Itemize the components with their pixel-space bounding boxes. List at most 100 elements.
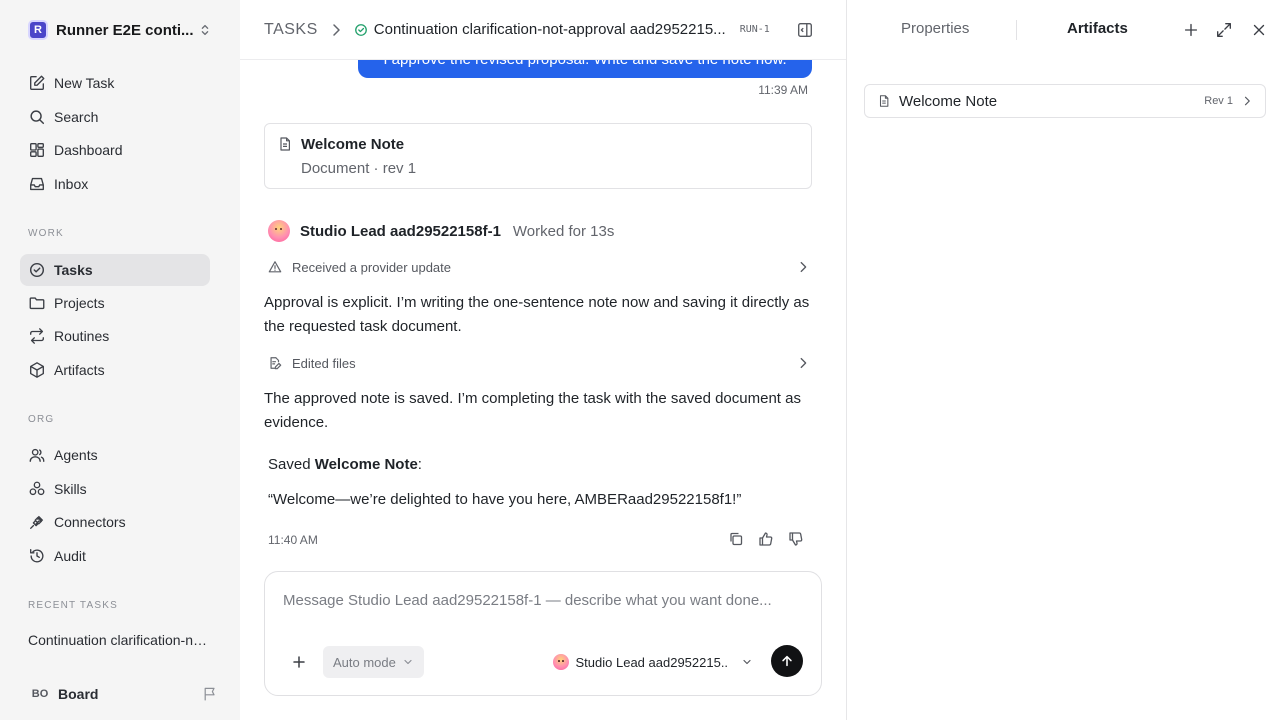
repeat-icon — [28, 327, 46, 345]
section-label-work: WORK — [28, 228, 64, 239]
folder-icon — [28, 294, 46, 312]
nav-audit[interactable]: Audit — [20, 540, 210, 572]
workspace-logo: R — [28, 20, 48, 40]
mode-select[interactable]: Auto mode — [323, 646, 424, 678]
check-circle-icon — [28, 261, 46, 279]
tab-properties[interactable]: Properties — [901, 20, 969, 37]
chevron-right-icon — [796, 260, 810, 274]
nav-label: Tasks — [54, 262, 93, 278]
search-icon — [28, 108, 46, 126]
plus-icon[interactable] — [1182, 21, 1200, 39]
nav-label: Inbox — [54, 176, 89, 192]
panel-tabs: Properties Artifacts — [847, 0, 1280, 60]
thumbs-down-icon[interactable] — [788, 531, 804, 547]
plus-icon[interactable] — [291, 654, 307, 670]
tab-artifacts[interactable]: Artifacts — [1067, 20, 1128, 37]
message-timestamp: 11:40 AM — [268, 533, 318, 547]
sidebar: R Runner E2E conti... New Task Search Da… — [0, 0, 240, 720]
right-panel: Properties Artifacts Welcome Note Rev 1 — [846, 0, 1280, 720]
message-timestamp: 11:39 AM — [758, 83, 808, 97]
workspace-name: Runner E2E conti... — [56, 21, 194, 39]
agent-avatar — [268, 220, 290, 242]
chevron-down-icon — [741, 656, 753, 668]
saved-suffix: : — [417, 456, 422, 473]
package-icon — [28, 361, 46, 379]
section-label-recent: RECENT TASKS — [28, 600, 118, 611]
artifact-revision: Rev 1 — [1204, 95, 1233, 107]
run-badge: RUN-1 — [739, 24, 770, 35]
event-edited-files[interactable]: Edited files — [264, 352, 812, 374]
expand-icon[interactable] — [1215, 21, 1233, 39]
nav-search[interactable]: Search — [20, 101, 210, 133]
board-user[interactable]: BO Board — [28, 682, 218, 706]
event-label: Received a provider update — [292, 259, 451, 275]
message-actions — [728, 531, 804, 547]
document-title: Welcome Note — [301, 136, 405, 153]
nav-label: Dashboard — [54, 142, 123, 158]
agent-message-text: Approval is explicit. I’m writing the on… — [264, 294, 810, 335]
page-title: Continuation clarification-not-approval … — [373, 21, 726, 38]
avatar: BO — [31, 688, 49, 700]
nav-inbox[interactable]: Inbox — [20, 168, 210, 200]
nav-agents[interactable]: Agents — [20, 439, 210, 471]
chevron-up-down-icon — [198, 23, 212, 37]
send-button[interactable] — [771, 645, 803, 677]
nav-routines[interactable]: Routines — [20, 320, 210, 352]
saved-prefix: Saved — [268, 456, 315, 473]
mode-label: Auto mode — [333, 654, 396, 670]
agent-select[interactable]: Studio Lead aad2952215... — [553, 652, 753, 672]
document-subtitle: Document · rev 1 — [301, 160, 417, 177]
worked-duration: Worked for 13s — [512, 222, 615, 240]
agent-message-text: The approved note is saved. I’m completi… — [264, 390, 801, 431]
nav-label: Connectors — [54, 514, 126, 530]
tab-divider — [1016, 20, 1017, 40]
nav-projects[interactable]: Projects — [20, 287, 210, 319]
board-name: Board — [58, 686, 99, 702]
nav-label: Search — [54, 109, 99, 125]
workspace-switcher[interactable]: R Runner E2E conti... — [20, 14, 220, 46]
message-composer: Auto mode Studio Lead aad2952215... — [264, 571, 822, 696]
nav-artifacts[interactable]: Artifacts — [20, 354, 210, 386]
recent-task-item[interactable]: Continuation clarification-not-approval … — [28, 632, 208, 648]
nav-connectors[interactable]: Connectors — [20, 506, 210, 538]
thumbs-up-icon[interactable] — [758, 531, 774, 547]
nav-label: Agents — [54, 447, 98, 463]
chevron-right-icon — [1241, 95, 1253, 107]
chevron-right-icon — [796, 356, 810, 370]
event-provider-update[interactable]: Received a provider update — [264, 256, 812, 278]
close-icon[interactable] — [1250, 21, 1268, 39]
event-label: Edited files — [292, 355, 356, 371]
nav-label: Projects — [54, 295, 105, 311]
topbar: TASKS Continuation clarification-not-app… — [240, 0, 846, 60]
message-input[interactable] — [283, 592, 793, 609]
nav-label: Skills — [54, 481, 87, 497]
chevron-right-icon — [328, 22, 344, 38]
warning-icon — [268, 260, 282, 274]
saved-note-name: Welcome Note — [314, 456, 418, 473]
nav-label: New Task — [54, 75, 115, 91]
copy-icon[interactable] — [728, 531, 744, 547]
document-card[interactable]: Welcome Note Document · rev 1 — [264, 123, 812, 189]
plug-icon — [28, 513, 46, 531]
users-icon — [28, 446, 46, 464]
dashboard-icon — [28, 141, 46, 159]
document-icon — [877, 94, 891, 108]
artifact-name: Welcome Note — [899, 92, 998, 110]
agent-select-label: Studio Lead aad2952215... — [575, 654, 727, 670]
panel-toggle-icon[interactable] — [796, 21, 814, 39]
artifact-item[interactable]: Welcome Note Rev 1 — [864, 84, 1266, 118]
nav-dashboard[interactable]: Dashboard — [20, 134, 210, 166]
nav-tasks[interactable]: Tasks — [20, 254, 210, 286]
skills-icon — [28, 480, 46, 498]
saved-note-quote: “Welcome—we’re delighted to have you her… — [268, 491, 742, 508]
flag-icon[interactable] — [202, 686, 218, 702]
saved-note-line: Saved Welcome Note: — [268, 456, 422, 473]
nav-skills[interactable]: Skills — [20, 473, 210, 505]
document-icon — [277, 136, 293, 152]
nav-new-task[interactable]: New Task — [20, 67, 210, 99]
edit-icon — [28, 74, 46, 92]
inbox-icon — [28, 175, 46, 193]
chevron-down-icon — [402, 656, 414, 668]
agent-avatar — [553, 654, 569, 670]
breadcrumb-tasks[interactable]: TASKS — [264, 21, 318, 39]
